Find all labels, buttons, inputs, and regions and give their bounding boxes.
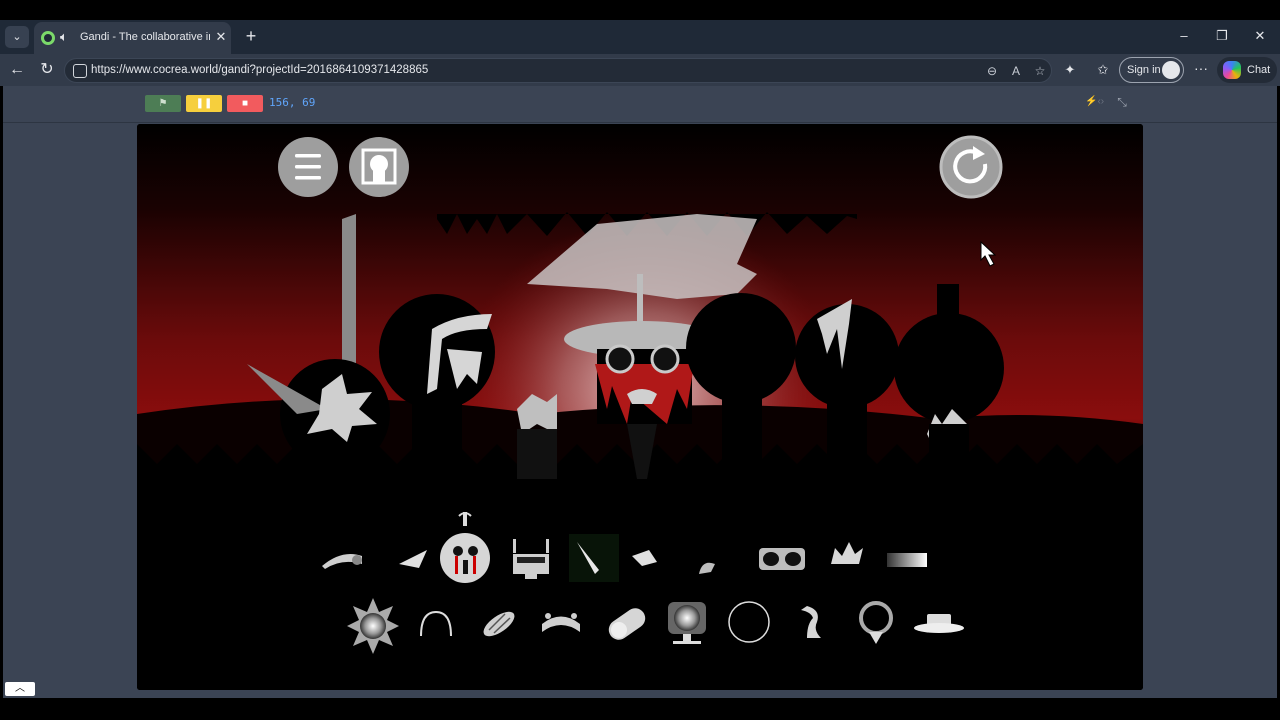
character-7-head bbox=[894, 313, 1004, 423]
chat-label: Chat bbox=[1247, 64, 1271, 76]
character-3-body bbox=[517, 429, 557, 479]
minimize-button[interactable]: – bbox=[1172, 26, 1196, 46]
active-tab[interactable]: 🔈︎ Gandi - The collaborative in-b ✕ bbox=[34, 22, 231, 54]
profile-button[interactable] bbox=[349, 137, 409, 197]
fullscreen-toggle-icon[interactable]: ⤡ bbox=[1114, 95, 1130, 111]
menu-button[interactable] bbox=[278, 137, 338, 197]
collapse-panel-button[interactable]: ︿ bbox=[5, 682, 35, 696]
pause-button[interactable]: ❚❚ bbox=[186, 95, 222, 112]
screen-bottom-border bbox=[0, 698, 1280, 720]
turbo-mode-icon[interactable]: ⚡‹› bbox=[1085, 96, 1105, 112]
extensions-icon[interactable]: ✦ bbox=[1060, 60, 1080, 80]
stop-button[interactable]: ■ bbox=[227, 95, 263, 112]
game-scene bbox=[137, 124, 1143, 690]
character-7-body bbox=[929, 424, 969, 479]
screen-top-border bbox=[0, 0, 1280, 20]
sound-icon-beam[interactable] bbox=[569, 534, 619, 582]
sound-icon-gradient-bar[interactable] bbox=[887, 553, 927, 567]
green-flag-button[interactable]: ⚑ bbox=[145, 95, 181, 112]
character-6-body bbox=[827, 394, 867, 484]
address-field[interactable]: https://www.cocrea.world/gandi?projectId… bbox=[64, 58, 1052, 83]
sign-in-button[interactable]: Sign in bbox=[1119, 57, 1184, 83]
character-5-body bbox=[722, 374, 762, 484]
refresh-icon[interactable]: ↻ bbox=[36, 59, 58, 81]
game-stage[interactable] bbox=[137, 124, 1143, 690]
center-left-eye bbox=[605, 344, 635, 374]
sign-in-label: Sign in bbox=[1127, 64, 1161, 76]
close-window-button[interactable]: ✕ bbox=[1248, 26, 1272, 46]
grey-pole bbox=[342, 214, 356, 364]
page-viewport: ⚑ ❚❚ ■ 156, 69 ⚡‹› ⤡ ︿ bbox=[3, 86, 1277, 698]
profile-avatar-icon bbox=[1162, 61, 1180, 79]
read-aloud-icon[interactable]: A bbox=[1007, 62, 1025, 80]
character-2-body bbox=[412, 374, 462, 484]
new-tab-button[interactable]: + bbox=[240, 25, 262, 47]
copilot-chat-button[interactable]: Chat bbox=[1217, 57, 1277, 83]
zoom-out-icon[interactable]: ⊖ bbox=[983, 62, 1001, 80]
reset-button[interactable] bbox=[939, 135, 1003, 199]
address-bar-row: ← ↻ https://www.cocrea.world/gandi?proje… bbox=[0, 54, 1280, 86]
url-text[interactable]: https://www.cocrea.world/gandi?projectId… bbox=[91, 64, 791, 80]
mouse-coordinates: 156, 69 bbox=[269, 96, 316, 109]
spiked-ground bbox=[137, 444, 1143, 690]
more-options-icon[interactable]: ··· bbox=[1192, 60, 1210, 80]
browser-tab-bar: ⌄ 🔈︎ Gandi - The collaborative in-b ✕ + … bbox=[0, 20, 1280, 54]
back-arrow-icon[interactable]: ← bbox=[6, 59, 28, 81]
center-right-eye bbox=[650, 344, 680, 374]
tab-title: Gandi - The collaborative in-b bbox=[80, 31, 210, 43]
site-info-icon[interactable] bbox=[73, 64, 87, 78]
speaker-icon[interactable]: 🔈︎ bbox=[60, 29, 76, 47]
gandi-favicon-icon bbox=[41, 31, 55, 45]
copilot-icon bbox=[1223, 61, 1241, 79]
toolbar-divider bbox=[3, 122, 1277, 123]
sound-icon-double-orb[interactable] bbox=[759, 548, 805, 570]
maximize-button[interactable]: ❐ bbox=[1210, 26, 1234, 46]
tab-close-button[interactable]: ✕ bbox=[214, 29, 228, 45]
favorite-star-icon[interactable]: ☆ bbox=[1031, 62, 1049, 80]
tab-actions-button[interactable]: ⌄ bbox=[5, 26, 29, 48]
favorites-icon[interactable]: ✩ bbox=[1093, 60, 1113, 80]
